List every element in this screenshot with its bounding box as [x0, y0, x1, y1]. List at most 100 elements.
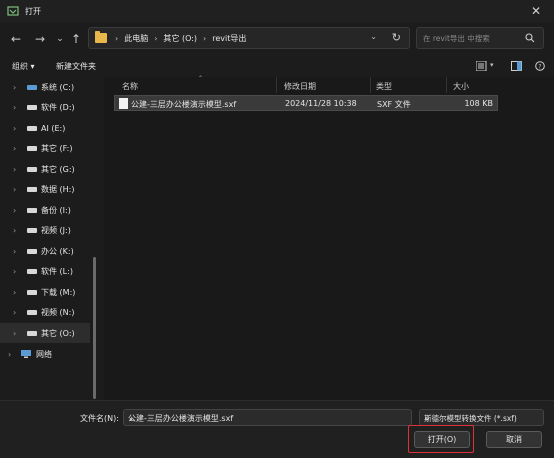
sidebar-item-drive-e[interactable]: › AI (E:) — [0, 118, 90, 138]
drive-icon — [27, 249, 37, 254]
cancel-button[interactable]: 取消 — [486, 431, 542, 448]
drive-icon — [27, 187, 37, 192]
chevron-right-icon[interactable]: › — [13, 144, 16, 153]
sidebar-item-network[interactable]: › 网络 — [0, 344, 90, 364]
chevron-right-icon[interactable]: › — [13, 83, 16, 92]
column-header-type[interactable]: 类型 — [376, 81, 392, 92]
breadcrumb-separator: › — [115, 33, 119, 43]
new-folder-button[interactable]: 新建文件夹 — [56, 61, 96, 72]
filetype-select[interactable]: 斯德尔模型转换文件 (*.sxf) ⌄ — [419, 409, 544, 426]
app-icon — [6, 4, 20, 18]
file-name: 公建-三层办公楼演示模型.sxf — [131, 100, 237, 109]
navigation-pane: › 系统 (C:) › 软件 (D:) › AI (E:) › 其它 (F:) › 其它 … — [0, 77, 100, 400]
sidebar-item-label: 其它 (F:) — [41, 143, 73, 153]
drive-icon — [27, 331, 37, 336]
help-icon[interactable]: ? — [532, 59, 548, 73]
sidebar-item-label: 视频 (N:) — [41, 307, 75, 317]
sidebar-item-drive-f[interactable]: › 其它 (F:) — [0, 138, 90, 158]
sidebar-item-drive-o[interactable]: › 其它 (O:) — [0, 323, 90, 343]
close-icon[interactable]: ✕ — [518, 0, 554, 22]
chevron-down-icon[interactable]: ⌄ — [424, 413, 538, 422]
preview-pane-icon[interactable] — [508, 59, 524, 73]
column-divider[interactable] — [446, 77, 447, 93]
organize-button[interactable]: 组织 ▾ — [12, 61, 35, 72]
search-input[interactable]: 在 revit导出 中搜索 — [423, 33, 490, 44]
drive-icon — [27, 146, 37, 151]
sidebar-item-drive-g[interactable]: › 其它 (G:) — [0, 159, 90, 179]
search-box[interactable]: 在 revit导出 中搜索 — [416, 27, 544, 49]
sidebar-item-label: 其它 (G:) — [41, 164, 75, 174]
sidebar-item-drive-d[interactable]: › 软件 (D:) — [0, 97, 90, 117]
column-header-modified[interactable]: 修改日期 — [284, 81, 316, 92]
address-dropdown-icon[interactable]: ⌄ — [370, 32, 377, 41]
chevron-right-icon[interactable]: › — [13, 206, 16, 215]
breadcrumb-drive[interactable]: 其它 (O:) — [163, 33, 197, 44]
drive-icon — [27, 126, 37, 131]
view-dropdown-icon[interactable]: ▾ — [490, 61, 494, 69]
sidebar-item-label: 办公 (K:) — [41, 246, 74, 256]
search-icon — [525, 33, 535, 43]
file-modified: 2024/11/28 10:38 — [285, 99, 357, 108]
breadcrumb-separator: › — [154, 33, 158, 43]
chevron-right-icon[interactable]: › — [13, 165, 16, 174]
sidebar-item-drive-i[interactable]: › 备份 (I:) — [0, 200, 90, 220]
network-icon — [21, 350, 31, 358]
forward-arrow-icon[interactable]: → — [30, 29, 50, 49]
up-arrow-icon[interactable]: ↑ — [66, 29, 86, 49]
sidebar-item-label: 备份 (I:) — [41, 205, 71, 215]
breadcrumb-folder[interactable]: revit导出 — [212, 33, 246, 44]
chevron-right-icon[interactable]: › — [13, 185, 16, 194]
drive-icon — [27, 208, 37, 213]
svg-text:?: ? — [538, 64, 541, 71]
back-arrow-icon[interactable]: ← — [6, 29, 26, 49]
refresh-icon[interactable]: ↻ — [392, 31, 401, 44]
chevron-right-icon[interactable]: › — [13, 247, 16, 256]
sidebar-item-label: 下载 (M:) — [41, 287, 76, 297]
sidebar-item-label: 系统 (C:) — [41, 82, 75, 92]
sidebar-item-drive-j[interactable]: › 视频 (J:) — [0, 220, 90, 240]
column-header-name[interactable]: 名称 — [122, 81, 138, 92]
drive-icon — [27, 228, 37, 233]
file-list: 名称 ⌃ 修改日期 类型 大小 公建-三层办公楼演示模型.sxf 2024/11… — [104, 75, 554, 400]
address-bar[interactable]: › 此电脑 › 其它 (O:) › revit导出 ⌄ ↻ — [88, 27, 410, 49]
sidebar-item-label: 数据 (H:) — [41, 184, 75, 194]
column-header-size[interactable]: 大小 — [453, 81, 469, 92]
column-divider[interactable] — [370, 77, 371, 93]
file-size: 108 KB — [464, 99, 493, 108]
title-bar: 打开 ✕ — [0, 0, 554, 22]
chevron-right-icon[interactable]: › — [13, 308, 16, 317]
chevron-right-icon[interactable]: › — [13, 329, 16, 338]
chevron-right-icon[interactable]: › — [13, 103, 16, 112]
sidebar-item-drive-n[interactable]: › 视频 (N:) — [0, 302, 90, 322]
sidebar-item-label: 软件 (D:) — [41, 102, 75, 112]
sidebar-item-label: 网络 — [36, 349, 52, 359]
sidebar-item-drive-l[interactable]: › 软件 (L:) — [0, 261, 90, 281]
sidebar-scrollbar[interactable] — [93, 257, 96, 399]
chevron-right-icon[interactable]: › — [13, 124, 16, 133]
breadcrumb-this-pc[interactable]: 此电脑 — [124, 33, 148, 44]
view-options-icon[interactable] — [474, 59, 490, 73]
sidebar-item-drive-m[interactable]: › 下载 (M:) — [0, 282, 90, 302]
chevron-right-icon[interactable]: › — [13, 288, 16, 297]
drive-icon — [27, 310, 37, 315]
sidebar-item-label: 视频 (J:) — [41, 225, 71, 235]
drive-icon — [27, 290, 37, 295]
column-divider[interactable] — [276, 77, 277, 93]
sidebar-item-drive-c[interactable]: › 系统 (C:) — [0, 77, 90, 97]
chevron-right-icon[interactable]: › — [8, 350, 11, 359]
filename-label: 文件名(N): — [80, 414, 119, 423]
sidebar-item-drive-h[interactable]: › 数据 (H:) — [0, 179, 90, 199]
file-icon — [119, 98, 128, 109]
breadcrumb-separator: › — [203, 33, 207, 43]
drive-icon — [27, 269, 37, 274]
file-row[interactable]: 公建-三层办公楼演示模型.sxf 2024/11/28 10:38 SXF 文件… — [114, 95, 498, 111]
drive-c-icon — [27, 85, 37, 90]
chevron-right-icon[interactable]: › — [13, 226, 16, 235]
command-bar: 组织 ▾ 新建文件夹 ▾ ? — [0, 55, 554, 77]
sidebar-item-drive-k[interactable]: › 办公 (K:) — [0, 241, 90, 261]
chevron-right-icon[interactable]: › — [13, 267, 16, 276]
chevron-down-icon[interactable]: ⌄ — [128, 413, 406, 422]
sort-ascending-icon: ⌃ — [198, 75, 204, 82]
filename-field[interactable]: 公建-三层办公楼演示模型.sxf ⌄ — [123, 409, 412, 426]
sidebar-item-label: 其它 (O:) — [41, 328, 75, 338]
